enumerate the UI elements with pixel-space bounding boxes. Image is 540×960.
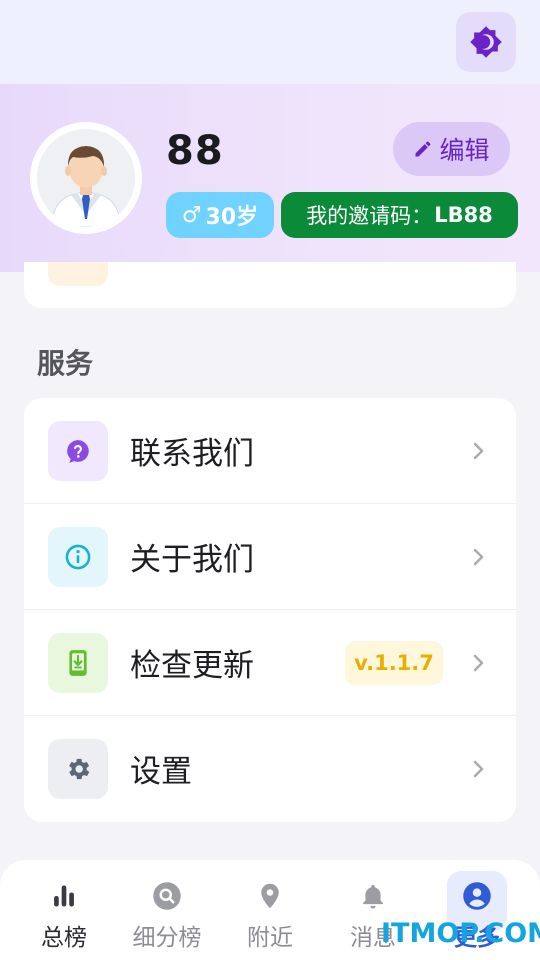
dark-mode-icon: [470, 26, 502, 58]
invite-label: 我的邀请码：: [306, 204, 433, 228]
bell-icon: [363, 884, 383, 909]
help-icon-wrap: [48, 421, 108, 481]
location-pin-icon: [261, 883, 279, 909]
services-list: 联系我们 关于我们 检查更新 v.1.1.7 设置: [24, 398, 516, 822]
info-icon: [65, 544, 91, 570]
nav-item-overall-ranking[interactable]: 总榜: [24, 860, 104, 960]
edit-profile-button[interactable]: 编辑: [393, 122, 510, 176]
chevron-right-icon: [473, 548, 484, 566]
nav-item-nearby[interactable]: 附近: [230, 860, 310, 960]
gender-age-badge: ♂ 30岁: [166, 192, 274, 238]
update-icon-wrap: [48, 633, 108, 693]
gear-icon: [69, 758, 90, 780]
age-text: 30岁: [205, 205, 259, 230]
list-item-label: 检查更新: [130, 648, 254, 684]
watermark: ITMOP.COM: [381, 918, 540, 949]
chevron-right-icon: [473, 442, 484, 460]
gear-icon-wrap: [48, 739, 108, 799]
pencil-icon: [415, 141, 431, 157]
previous-card: [24, 262, 516, 308]
male-icon: ♂: [181, 202, 202, 228]
profile-icon: [463, 882, 491, 910]
info-icon-wrap: [48, 527, 108, 587]
list-item-check-update[interactable]: 检查更新 v.1.1.7: [24, 610, 516, 716]
profile-header: 88 编辑 ♂ 30岁 我的邀请码： LB88: [0, 84, 540, 272]
username: 88: [166, 128, 224, 174]
bar-chart-icon: [54, 885, 74, 907]
nav-item-sub-ranking[interactable]: 细分榜: [121, 860, 213, 960]
version-badge: v.1.1.7: [345, 641, 443, 685]
search-icon: [153, 882, 181, 910]
invite-code: LB88: [434, 203, 493, 227]
list-item-label: 关于我们: [130, 542, 254, 578]
chevron-right-icon: [473, 654, 484, 672]
top-bar: [0, 0, 540, 84]
list-item-settings[interactable]: 设置: [24, 716, 516, 822]
avatar-person-icon: [37, 129, 135, 227]
theme-toggle-button[interactable]: [456, 12, 516, 72]
nav-label: 细分榜: [132, 925, 202, 951]
avatar[interactable]: [30, 122, 142, 234]
previous-card-icon: [48, 262, 108, 286]
nav-label: 附近: [247, 925, 293, 951]
list-item-label: 设置: [130, 754, 192, 790]
list-item-contact-us[interactable]: 联系我们: [24, 398, 516, 504]
section-title-services: 服务: [37, 347, 94, 380]
list-item-about-us[interactable]: 关于我们: [24, 504, 516, 610]
update-icon: [69, 650, 87, 676]
nav-label: 总榜: [41, 925, 87, 951]
help-icon: [67, 440, 89, 463]
chevron-right-icon: [473, 760, 484, 778]
edit-label: 编辑: [439, 136, 490, 165]
invite-code-badge[interactable]: 我的邀请码： LB88: [281, 192, 518, 238]
list-item-label: 联系我们: [130, 436, 254, 472]
